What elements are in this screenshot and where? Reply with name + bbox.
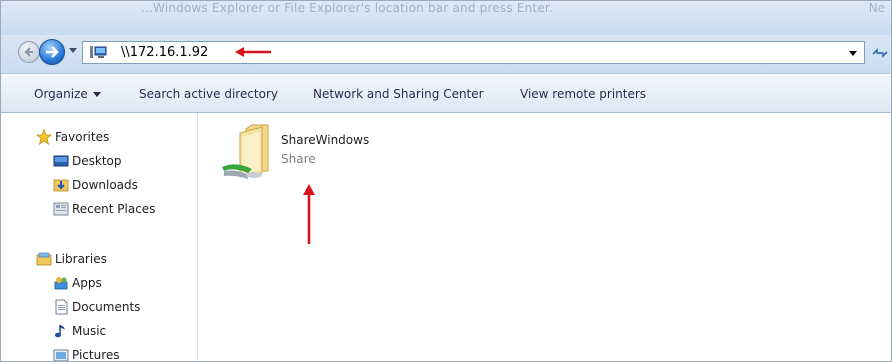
sidebar-item-label: Documents — [72, 300, 141, 314]
back-button[interactable] — [18, 41, 40, 63]
refresh-button[interactable] — [867, 41, 891, 64]
recent-pages-dropdown[interactable] — [69, 48, 77, 53]
command-bar: Organize Search active directory Network… — [1, 73, 891, 113]
sidebar-item-label: Favorites — [55, 130, 110, 144]
libraries-icon — [36, 252, 52, 266]
title-right-fragment: Ne — [868, 1, 885, 15]
apps-library-icon — [54, 277, 68, 290]
share-type: Share — [281, 152, 316, 166]
star-icon — [36, 129, 52, 145]
annotation-arrow-left — [235, 47, 271, 57]
explorer-window: ...Windows Explorer or File Explorer's l… — [0, 0, 892, 362]
organize-menu[interactable]: Organize — [34, 87, 101, 101]
sidebar-item-label: Music — [72, 324, 107, 338]
address-text[interactable]: \\172.16.1.92 — [121, 45, 208, 60]
sidebar-item-label: Libraries — [55, 252, 107, 266]
back-arrow-icon — [24, 47, 33, 57]
forward-button[interactable] — [39, 39, 65, 65]
recent-places-icon — [53, 202, 69, 216]
refresh-icon — [872, 48, 888, 58]
navigation-pane: Favorites Desktop Downloads Recent Place… — [1, 113, 198, 362]
chevron-down-icon — [92, 92, 101, 97]
title-text-fragment: ...Windows Explorer or File Explorer's l… — [141, 1, 553, 15]
sidebar-item-label: Downloads — [72, 178, 138, 192]
view-remote-printers-button[interactable]: View remote printers — [520, 87, 646, 101]
search-active-directory-button[interactable]: Search active directory — [139, 87, 278, 101]
address-dropdown[interactable] — [849, 51, 857, 56]
shared-folder-icon — [222, 124, 269, 179]
share-name[interactable]: ShareWindows — [281, 133, 369, 147]
desktop-icon — [53, 155, 69, 167]
sidebar-item-label: Recent Places — [72, 202, 156, 216]
network-sharing-center-button[interactable]: Network and Sharing Center — [313, 87, 484, 101]
organize-label: Organize — [34, 87, 88, 101]
sidebar-item-label: Apps — [72, 276, 102, 290]
sidebar-item-label: Pictures — [72, 348, 120, 362]
forward-arrow-icon — [46, 46, 59, 58]
network-computer-icon — [90, 46, 107, 58]
title-bar: ...Windows Explorer or File Explorer's l… — [1, 1, 891, 35]
music-icon — [55, 325, 65, 338]
address-bar[interactable]: \\172.16.1.92 — [82, 41, 865, 64]
sidebar-item-label: Desktop — [72, 154, 122, 168]
downloads-folder-icon — [53, 179, 69, 192]
documents-icon — [55, 299, 68, 315]
pictures-icon — [53, 349, 69, 361]
annotation-arrow-up — [303, 184, 315, 244]
